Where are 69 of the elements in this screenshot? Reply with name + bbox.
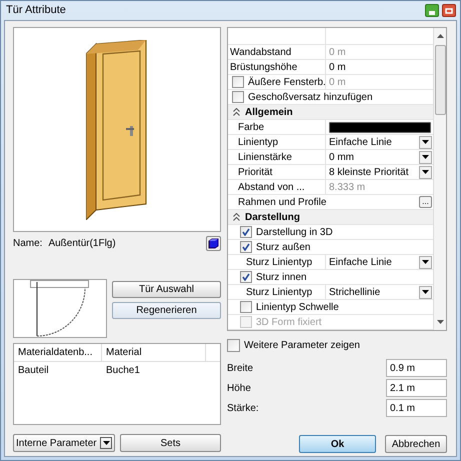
color-swatch[interactable] [329,122,431,132]
collapse-icon[interactable] [233,108,240,116]
property-label: Priorität [238,166,272,180]
input-field[interactable]: 0.9 m [386,359,447,377]
dropdown-arrow-icon [102,441,110,445]
name-value: Außentür(1Flg) [48,236,116,250]
property-label: Abstand von ... [238,180,305,194]
dimension-label: Höhe [227,382,252,396]
property-label: 3D Form fixiert [256,316,322,330]
property-value: 8.333 m [329,180,366,194]
category-header: Allgemein [245,106,293,120]
table-cell-text: Buche1 [105,364,141,378]
property-label: Farbe [238,120,264,134]
scrollbar-thumb[interactable] [434,45,446,115]
input-field[interactable]: 2.1 m [386,379,447,397]
property-label: Wandabstand [230,46,292,60]
sets-button[interactable]: Sets [120,434,221,452]
property-label: Sturz Linientyp [246,286,312,300]
input-field[interactable]: 0.1 m [386,399,447,417]
dimension-label: Breite [227,362,254,376]
category-header: Darstellung [245,210,300,224]
minimize-button[interactable] [425,4,439,17]
checkbox[interactable] [240,271,252,283]
window-title: Tür Attribute [6,3,66,18]
property-label: Linienstärke [238,150,292,164]
action-button[interactable]: Regenerieren [112,302,221,319]
property-label: Linientyp [238,136,278,150]
scroll-up-icon [436,34,444,38]
dropdown-value[interactable]: 8 kleinste Priorität [329,164,419,180]
property-value: 0 m [329,76,346,90]
scrollbar[interactable] [433,28,446,330]
dropdown-value[interactable]: Strichellinie [329,284,419,300]
close-button[interactable] [442,4,456,17]
property-label: Sturz innen [256,270,307,284]
checkbox[interactable] [240,241,252,253]
property-label: Brüstungshöhe [230,60,298,74]
property-label: Darstellung in 3D [256,226,333,240]
dropdown-value[interactable]: 0 mm [329,150,419,164]
property-label: Rahmen und Profile [238,196,326,210]
checkbox[interactable] [240,226,252,238]
property-label: Sturz außen [256,240,310,254]
ok-button[interactable]: Ok [299,435,376,453]
column-header[interactable]: Material [102,344,206,361]
property-label: Linientyp Schwelle [256,300,339,314]
checkbox[interactable] [232,91,244,103]
cube-icon [208,238,219,248]
checkbox[interactable] [232,76,244,88]
column-header[interactable]: Materialdatenb... [14,344,102,361]
table-cell-text: Bauteil [17,364,50,378]
name-label: Name: [13,236,42,250]
checkbox[interactable] [240,301,252,313]
property-value: 0 m [329,60,346,74]
scroll-down-icon [436,320,444,324]
checkbox-label: Weitere Parameter zeigen [244,338,360,352]
dropdown-value[interactable]: Einfache Linie [329,134,419,150]
dimension-label: Stärke: [227,402,260,416]
dropdown-value[interactable]: Einfache Linie [329,254,419,270]
property-label: Sturz Linientyp [246,256,312,270]
property-value: 0 m [329,46,346,60]
parameter-dropdown[interactable]: Interne Parameter [13,434,115,452]
view-3d-button[interactable] [206,236,221,250]
collapse-icon[interactable] [233,213,240,221]
more-button[interactable]: ... [419,196,432,208]
checkbox[interactable] [227,338,240,352]
property-label: Geschoßversatz hinzufügen [248,90,373,104]
cancel-button[interactable]: Abbrechen [385,435,447,453]
window-restore-icon [445,8,453,14]
action-button[interactable]: Tür Auswahl [112,281,221,298]
property-label: Äußere Fensterb. [248,76,326,90]
